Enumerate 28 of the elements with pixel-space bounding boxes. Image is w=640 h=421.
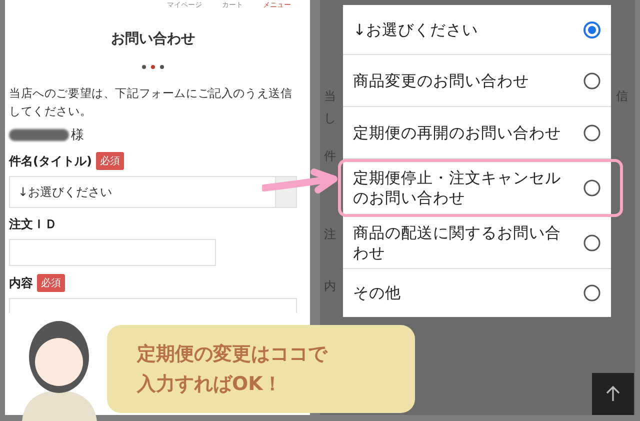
required-badge: 必須 [37, 274, 65, 292]
callout-text: 入力すればOK！ [137, 372, 283, 397]
option-item[interactable]: 商品の配送に関するお問い合わせ [343, 217, 611, 269]
redacted-name [9, 129, 69, 141]
option-item[interactable]: 商品変更のお問い合わせ [343, 55, 611, 107]
option-item[interactable]: 定期便の再開のお問い合わせ [343, 107, 611, 159]
select-field[interactable]: ↓お選びください [9, 176, 297, 208]
input-field[interactable] [9, 239, 216, 266]
radio-button[interactable] [583, 20, 601, 38]
radio-button[interactable] [583, 72, 601, 90]
field-label: 注文ＩＤ [9, 216, 57, 233]
field-label: 件名(タイトル) [9, 152, 92, 170]
required-badge: 必須 [96, 152, 124, 170]
radio-button[interactable] [583, 179, 601, 197]
field-label: 内容 [9, 274, 33, 292]
radio-button[interactable] [583, 284, 601, 302]
option-item[interactable]: 定期便停止・注文キャンセルのお問い合わせ [338, 159, 623, 217]
option-item[interactable]: ↓お選びください [343, 5, 611, 55]
option-item[interactable]: その他 [343, 269, 611, 317]
radio-button[interactable] [583, 234, 601, 252]
page-title: お問い合わせ [110, 30, 196, 48]
callout-text: 定期便の変更はココで [137, 342, 329, 367]
scroll-top-button[interactable] [592, 373, 634, 415]
up-arrow-icon [606, 386, 620, 402]
radio-button[interactable] [583, 124, 601, 142]
intro-text: 当店へのご要望は、下記フォームにご記入のうえ送信してください。 [9, 85, 294, 120]
dots-icon [141, 64, 165, 70]
name-suffix: 様 [71, 127, 84, 144]
